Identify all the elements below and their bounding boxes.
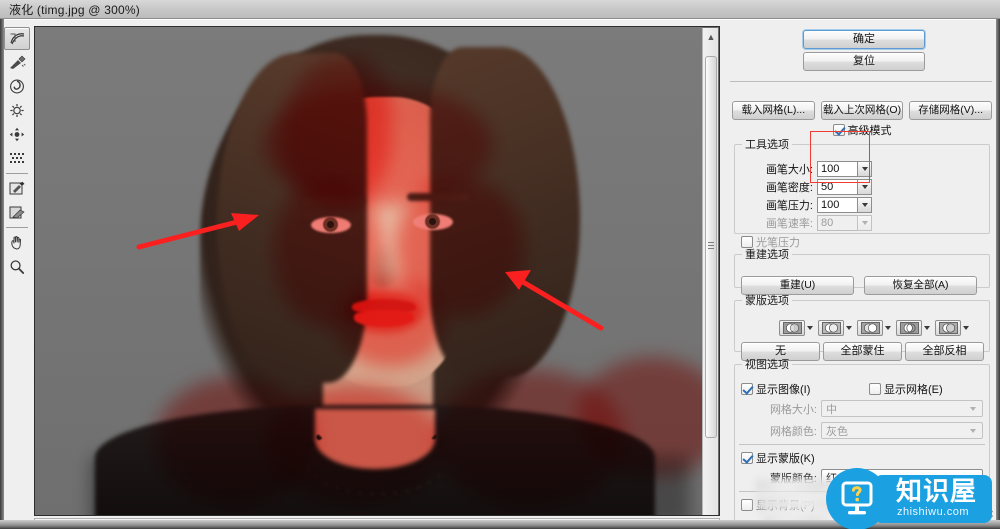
annotation-arrow-left xyxy=(136,213,259,250)
brush-size-label: 画笔大小: xyxy=(765,164,813,176)
show-mesh-checkbox[interactable] xyxy=(869,383,881,395)
mask-mode-replace[interactable] xyxy=(779,320,805,336)
show-mask-checkbox[interactable] xyxy=(741,452,753,464)
toolbox-divider xyxy=(6,173,28,174)
watermark-title: 知识屋 xyxy=(896,476,978,506)
chevron-down-icon xyxy=(861,221,868,225)
chevron-down-icon[interactable] xyxy=(885,326,891,330)
bloat-tool[interactable] xyxy=(4,123,30,146)
brush-pressure-stepper[interactable] xyxy=(857,197,872,213)
ok-button[interactable]: 确定 xyxy=(803,30,925,49)
chevron-down-icon[interactable] xyxy=(807,326,813,330)
forward-warp-tool[interactable] xyxy=(4,27,30,50)
show-mask-label: 显示蒙版(K) xyxy=(756,453,815,465)
annotation-highlight-rect xyxy=(810,131,870,183)
mask-mode-add[interactable] xyxy=(818,320,844,336)
save-mesh-button[interactable]: 存储网格(V)... xyxy=(909,101,993,120)
pucker-tool[interactable] xyxy=(4,99,30,122)
window-edge-right xyxy=(996,19,1000,529)
freeze-mask-tool[interactable] xyxy=(4,177,30,200)
mask-mode-subtract[interactable] xyxy=(857,320,883,336)
chevron-down-icon[interactable] xyxy=(846,326,852,330)
scrollbar-grip xyxy=(708,242,714,250)
chevron-down-icon[interactable] xyxy=(963,326,969,330)
brush-pressure-row: 画笔压力: 100 xyxy=(743,197,872,213)
zoom-tool[interactable] xyxy=(4,255,30,278)
dialog-titlebar[interactable]: 液化 (timg.jpg @ 300%) xyxy=(0,0,1000,19)
mesh-color-row: 网格颜色: 灰色 xyxy=(741,422,983,439)
toolbox-divider-2 xyxy=(6,227,28,228)
mask-options-group: 蒙版选项 无 全部蒙住 全部反相 xyxy=(734,292,990,361)
canvas-vertical-scrollbar-thumb[interactable] xyxy=(705,56,717,438)
brush-rate-stepper xyxy=(857,215,872,231)
load-mesh-button[interactable]: 载入网格(L)... xyxy=(732,101,815,120)
show-mesh-row[interactable]: 显示网格(E) xyxy=(869,381,943,397)
window-edge-left xyxy=(0,19,4,529)
mesh-size-select: 中 xyxy=(821,400,983,417)
chevron-down-icon xyxy=(861,185,868,189)
reconstruct-options-title: 重建选项 xyxy=(745,249,789,261)
tool-options-title: 工具选项 xyxy=(745,139,789,151)
show-backdrop-checkbox[interactable] xyxy=(741,499,753,511)
mask-mode-invert[interactable] xyxy=(935,320,961,336)
load-last-mesh-button[interactable]: 载入上次网格(O) xyxy=(820,101,904,120)
freeze-mask-overlay-chest xyxy=(265,385,445,505)
brush-rate-label: 画笔速率: xyxy=(765,218,813,230)
liquify-toolbox xyxy=(2,25,32,522)
mesh-button-row: 载入网格(L)... 载入上次网格(O) 存储网格(V)... xyxy=(732,101,993,120)
view-divider-1 xyxy=(739,444,985,445)
watermark-circle xyxy=(826,468,888,529)
dialog-body: ▲ − + 300% ◀ 确定 复位 xyxy=(0,19,1000,529)
liquify-dialog-window: 液化 (timg.jpg @ 300%) ▲ 确定 复位 载入网格(L)... … xyxy=(0,0,1000,529)
brush-density-label: 画笔密度: xyxy=(765,182,813,194)
watermark: 知识屋 zhishiwu.com xyxy=(826,468,994,529)
mesh-color-label: 网格颜色: xyxy=(769,425,817,438)
twirl-clockwise-tool[interactable] xyxy=(4,75,30,98)
watermark-url: zhishiwu.com xyxy=(897,506,970,518)
scroll-up-cap[interactable]: ▲ xyxy=(706,32,716,42)
mesh-color-select: 灰色 xyxy=(821,422,983,439)
dialog-title: 液化 (timg.jpg @ 300%) xyxy=(9,2,140,17)
view-options-title: 视图选项 xyxy=(745,359,789,371)
hand-tool[interactable] xyxy=(4,231,30,254)
mesh-size-label: 网格大小: xyxy=(769,403,817,416)
brush-pressure-label: 画笔压力: xyxy=(765,200,813,212)
chevron-down-icon xyxy=(861,203,868,207)
chevron-down-icon xyxy=(966,406,980,411)
brush-pressure-field[interactable]: 100 xyxy=(817,197,857,213)
show-image-label: 显示图像(I) xyxy=(756,384,811,396)
panel-divider-1 xyxy=(730,81,992,82)
thaw-mask-tool[interactable] xyxy=(4,201,30,224)
canvas-vertical-scrollbar[interactable]: ▲ xyxy=(702,28,718,515)
liquify-options-panel: 确定 复位 载入网格(L)... 载入上次网格(O) 存储网格(V)... 高级… xyxy=(728,24,996,529)
push-left-tool[interactable] xyxy=(4,147,30,170)
annotation-arrow-right xyxy=(505,270,604,331)
image-preview-canvas[interactable]: ▲ xyxy=(34,26,720,516)
chevron-down-icon xyxy=(966,428,980,433)
image-preview-content xyxy=(35,27,703,515)
brush-rate-row: 画笔速率: 80 xyxy=(743,215,872,231)
reconstruct-tool[interactable] xyxy=(4,51,30,74)
mesh-size-value: 中 xyxy=(826,403,837,416)
mesh-color-value: 灰色 xyxy=(826,425,848,438)
brush-rate-field: 80 xyxy=(817,215,857,231)
show-mask-row[interactable]: 显示蒙版(K) xyxy=(741,450,815,466)
show-image-checkbox[interactable] xyxy=(741,383,753,395)
reset-button[interactable]: 复位 xyxy=(803,52,925,71)
freeze-mask-overlay-lips xyxy=(347,291,423,333)
question-monitor-icon xyxy=(841,481,873,515)
chevron-down-icon[interactable] xyxy=(924,326,930,330)
show-mesh-label: 显示网格(E) xyxy=(884,384,943,396)
reconstruct-options-group: 重建选项 重建(U) 恢复全部(A) xyxy=(734,246,990,295)
mesh-size-row: 网格大小: 中 xyxy=(741,400,983,417)
mask-options-title: 蒙版选项 xyxy=(745,295,789,307)
mask-mode-intersect[interactable] xyxy=(896,320,922,336)
show-image-row[interactable]: 显示图像(I) xyxy=(741,381,810,397)
